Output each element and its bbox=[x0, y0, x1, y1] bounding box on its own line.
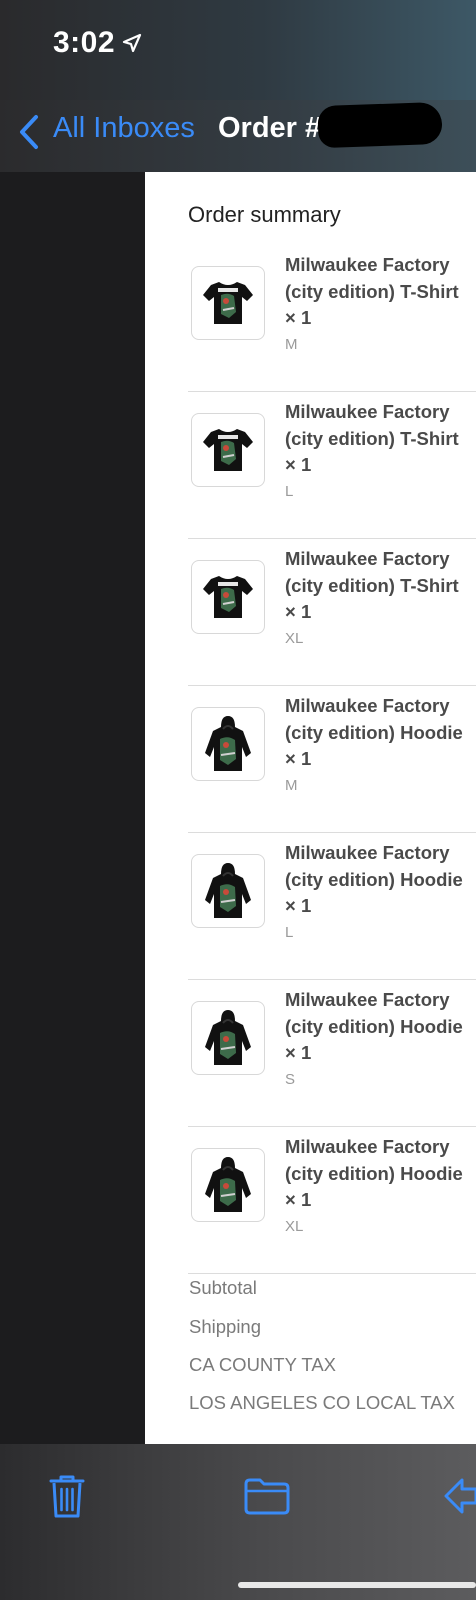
reply-icon[interactable] bbox=[444, 1476, 476, 1516]
hoodie-icon bbox=[205, 716, 251, 771]
county-tax-label: CA COUNTY TAX bbox=[189, 1354, 337, 1375]
item-variant: M bbox=[285, 336, 298, 353]
product-thumbnail bbox=[191, 1148, 265, 1222]
back-button[interactable]: All Inboxes bbox=[53, 112, 195, 145]
hoodie-icon bbox=[205, 863, 251, 918]
item-variant: M bbox=[285, 777, 298, 794]
item-name: Milwaukee Factory (city edition) Hoodie … bbox=[285, 695, 463, 769]
item-name: Milwaukee Factory (city edition) T-Shirt… bbox=[285, 254, 459, 328]
email-content[interactable]: Order summary Milwaukee Factory (city ed… bbox=[145, 172, 476, 1444]
order-item: Milwaukee Factory (city edition) T-Shirt… bbox=[188, 391, 476, 539]
redaction-mark bbox=[317, 101, 443, 149]
back-chevron-icon[interactable] bbox=[14, 112, 42, 152]
hoodie-icon bbox=[205, 1010, 251, 1065]
subtotal-label: Subtotal bbox=[189, 1277, 257, 1298]
item-name: Milwaukee Factory (city edition) Hoodie … bbox=[285, 842, 463, 916]
order-item: Milwaukee Factory (city edition) Hoodie … bbox=[188, 832, 476, 980]
product-thumbnail bbox=[191, 560, 265, 634]
order-item: Milwaukee Factory (city edition) T-Shirt… bbox=[188, 244, 476, 392]
bottom-toolbar bbox=[0, 1444, 476, 1600]
shipping-label: Shipping bbox=[189, 1316, 262, 1337]
order-summary-title: Order summary bbox=[188, 202, 341, 227]
item-variant: XL bbox=[285, 630, 304, 647]
tshirt-icon bbox=[203, 429, 253, 471]
item-variant: XL bbox=[285, 1218, 304, 1235]
order-item: Milwaukee Factory (city edition) T-Shirt… bbox=[188, 538, 476, 686]
item-variant: L bbox=[285, 483, 294, 500]
item-name: Milwaukee Factory (city edition) T-Shirt… bbox=[285, 548, 459, 622]
sidebar-gutter bbox=[0, 172, 145, 1444]
order-item: Milwaukee Factory (city edition) Hoodie … bbox=[188, 685, 476, 833]
item-name: Milwaukee Factory (city edition) T-Shirt… bbox=[285, 401, 459, 475]
item-name: Milwaukee Factory (city edition) Hoodie … bbox=[285, 1136, 463, 1210]
folder-icon[interactable] bbox=[243, 1476, 291, 1516]
order-item: Milwaukee Factory (city edition) Hoodie … bbox=[188, 1126, 476, 1274]
product-thumbnail bbox=[191, 1001, 265, 1075]
item-name: Milwaukee Factory (city edition) Hoodie … bbox=[285, 989, 463, 1063]
hoodie-icon bbox=[205, 1157, 251, 1212]
status-time: 3:02 bbox=[53, 26, 116, 59]
tshirt-icon bbox=[203, 576, 253, 618]
item-variant: S bbox=[285, 1071, 296, 1088]
product-thumbnail bbox=[191, 266, 265, 340]
status-bar: 3:02 bbox=[0, 0, 476, 100]
product-thumbnail bbox=[191, 413, 265, 487]
trash-icon[interactable] bbox=[47, 1472, 87, 1520]
location-arrow-icon bbox=[122, 33, 142, 53]
product-thumbnail bbox=[191, 854, 265, 928]
local-tax-label: LOS ANGELES CO LOCAL TAX bbox=[189, 1392, 455, 1413]
order-item: Milwaukee Factory (city edition) Hoodie … bbox=[188, 979, 476, 1127]
tshirt-icon bbox=[203, 282, 253, 324]
home-indicator bbox=[238, 1582, 476, 1588]
product-thumbnail bbox=[191, 707, 265, 781]
item-variant: L bbox=[285, 924, 294, 941]
